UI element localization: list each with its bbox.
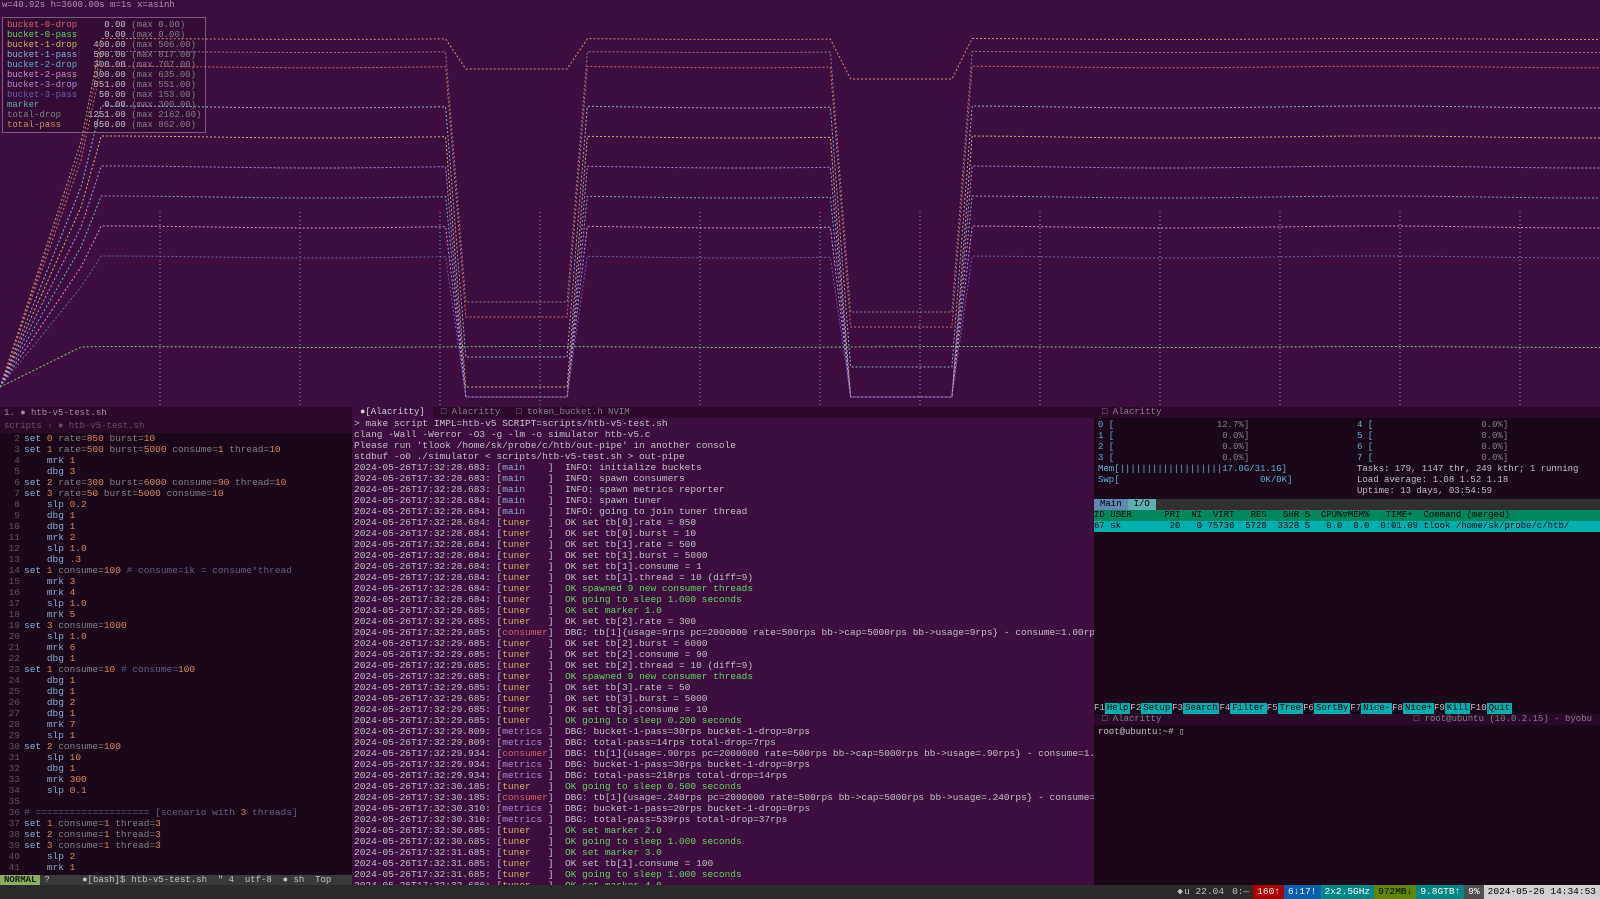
ubuntu-icon: ◆ (1176, 886, 1184, 897)
htop-window-tabs[interactable]: □ Alacritty (1094, 407, 1600, 418)
log-tab-2[interactable]: □ token_bucket.h NVIM (508, 407, 637, 418)
disk: 9.8GTB↑ (1416, 885, 1464, 899)
editor-tab[interactable]: 1. ● htb-v5-test.sh (0, 407, 352, 420)
htop-fkeys[interactable]: F1HelpF2SetupF3SearchF4FilterF5TreeF6Sor… (1094, 703, 1600, 714)
chart-area: bucket-0-drop 0.00 (max 0.00)bucket-0-pa… (0, 12, 1600, 407)
log-tabs[interactable]: ●[Alacritty] □ Alacritty □ token_bucket.… (352, 407, 1094, 418)
htop-pane[interactable]: □ Alacritty 0 [ 12.7%]1 [ 0.0%]2 [ 0.0%]… (1094, 407, 1600, 899)
editor-breadcrumb: scripts › ● htb-v5-test.sh (0, 420, 352, 433)
log-tab-1[interactable]: □ Alacritty (433, 407, 508, 418)
mem-down: 972MB↓ (1374, 885, 1416, 899)
chart-params: w=40.92s h=3600.00s m=1s x=asinh (0, 0, 1600, 12)
bottom-panes: 1. ● htb-v5-test.sh scripts › ● htb-v5-t… (0, 407, 1600, 899)
log-pane[interactable]: ●[Alacritty] □ Alacritty □ token_bucket.… (352, 407, 1094, 899)
taskbar-right: ◆u 22.04 0:— 160↑ 6↓17! 2x2.5GHz 972MB↓ … (1172, 885, 1600, 899)
cpu-freq: 2x2.5GHz (1321, 885, 1375, 899)
taskbar[interactable]: ◆u 22.04 0:— 160↑ 6↓17! 2x2.5GHz 972MB↓ … (0, 885, 1600, 899)
battery: 9% (1464, 885, 1483, 899)
log-content[interactable]: > make script IMPL=htb-v5 SCRIPT=scripts… (352, 418, 1094, 899)
clock: 2024-05-26 14:34:53 (1484, 885, 1600, 899)
terminal-prompt[interactable]: root@ubuntu:~# ▯ (1094, 725, 1600, 899)
editor-content[interactable]: 2set 0 rate=850 burst=103set 1 rate=500 … (0, 433, 352, 875)
wifi-indicator: 0:— (1228, 885, 1253, 899)
taskbar-left (0, 885, 1172, 899)
net-pkts: 6↓17! (1284, 885, 1321, 899)
htop-header[interactable]: ID USER PRI NI VIRT RES SHR S CPU%▽MEM% … (1094, 510, 1600, 521)
term-tab-1[interactable]: □ root@ubuntu (10.0.2.15) - byobu (1406, 714, 1600, 725)
log-tab-active[interactable]: ●[Alacritty] (352, 407, 433, 418)
htop-process-row[interactable]: 67 sk 20 0 75736 5728 3328 S 0.0 0.0 0:0… (1094, 521, 1600, 532)
term-tab-0[interactable]: □ Alacritty (1094, 714, 1169, 725)
term-tabs[interactable]: □ Alacritty □ root@ubuntu (10.0.2.15) - … (1094, 714, 1600, 725)
htop-tab-alacritty[interactable]: □ Alacritty (1094, 407, 1600, 418)
net-up: 160↑ (1253, 885, 1284, 899)
htop-tab-io[interactable]: I/O (1128, 499, 1156, 510)
editor-pane[interactable]: 1. ● htb-v5-test.sh scripts › ● htb-v5-t… (0, 407, 352, 899)
htop-tab-main[interactable]: Main (1094, 499, 1128, 510)
chart-lines (0, 12, 1600, 407)
htop-meters: 0 [ 12.7%]1 [ 0.0%]2 [ 0.0%]3 [ 0.0%]Mem… (1094, 418, 1600, 499)
htop-view-tabs[interactable]: Main I/O (1094, 499, 1600, 510)
